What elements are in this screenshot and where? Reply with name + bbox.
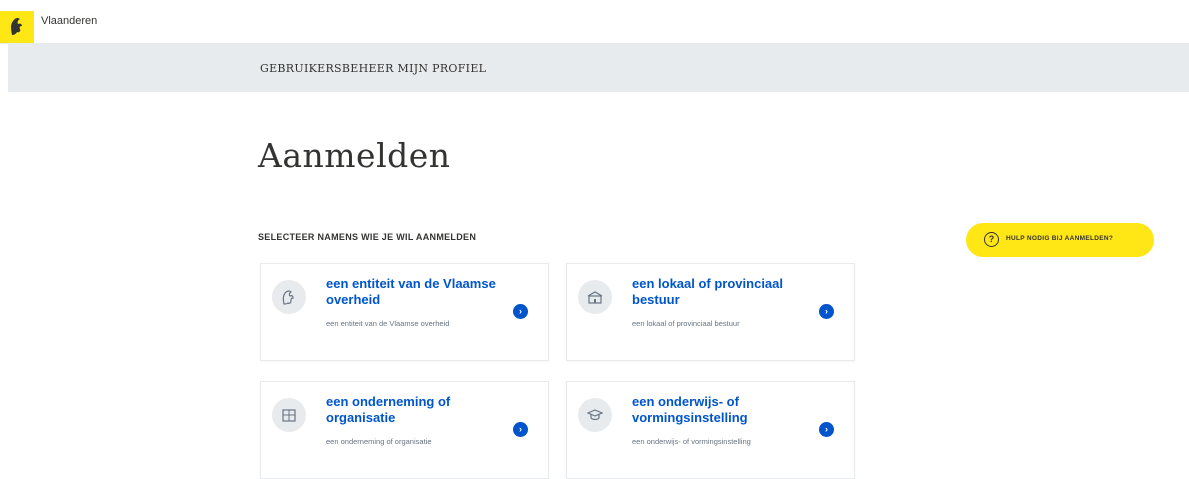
help-login-label: HULP NODIG BIJ AANMELDEN? — [1006, 235, 1114, 242]
section-label: SELECTEER NAMENS WIE JE WIL AANMELDEN — [258, 232, 477, 242]
login-option-education[interactable]: een onderwijs- of vormingsinstelling een… — [566, 381, 855, 479]
app-navbar: GEBRUIKERSBEHEER MIJN PROFIEL — [8, 44, 1189, 92]
card-description: een onderneming of organisatie — [326, 437, 432, 446]
chevron-right-icon[interactable]: › — [819, 422, 834, 437]
card-description: een entiteit van de Vlaamse overheid — [326, 319, 450, 328]
page-title: Aanmelden — [258, 136, 451, 175]
chevron-right-icon[interactable]: › — [819, 304, 834, 319]
card-title[interactable]: een lokaal of provinciaal bestuur — [632, 276, 802, 308]
chevron-right-icon[interactable]: › — [513, 422, 528, 437]
card-description: een lokaal of provinciaal bestuur — [632, 319, 740, 328]
flemish-lion-icon — [272, 280, 306, 314]
login-option-local-government[interactable]: een lokaal of provinciaal bestuur een lo… — [566, 263, 855, 361]
help-login-button[interactable]: ? HULP NODIG BIJ AANMELDEN? — [966, 223, 1154, 257]
login-option-company[interactable]: een onderneming of organisatie een onder… — [260, 381, 549, 479]
graduation-cap-icon — [578, 398, 612, 432]
question-circle-icon: ? — [984, 232, 999, 247]
card-title[interactable]: een entiteit van de Vlaamse overheid — [326, 276, 496, 308]
login-option-flemish-government[interactable]: een entiteit van de Vlaamse overheid een… — [260, 263, 549, 361]
card-description: een onderwijs- of vormingsinstelling — [632, 437, 751, 446]
top-header: Vlaanderen — [0, 0, 1189, 44]
app-title[interactable]: GEBRUIKERSBEHEER MIJN PROFIEL — [260, 62, 486, 75]
building-icon — [272, 398, 306, 432]
flemish-lion-icon[interactable] — [0, 11, 34, 43]
chevron-right-icon[interactable]: › — [513, 304, 528, 319]
town-hall-icon — [578, 280, 612, 314]
card-title[interactable]: een onderwijs- of vormingsinstelling — [632, 394, 802, 426]
brand-name[interactable]: Vlaanderen — [41, 15, 97, 27]
card-title[interactable]: een onderneming of organisatie — [326, 394, 496, 426]
